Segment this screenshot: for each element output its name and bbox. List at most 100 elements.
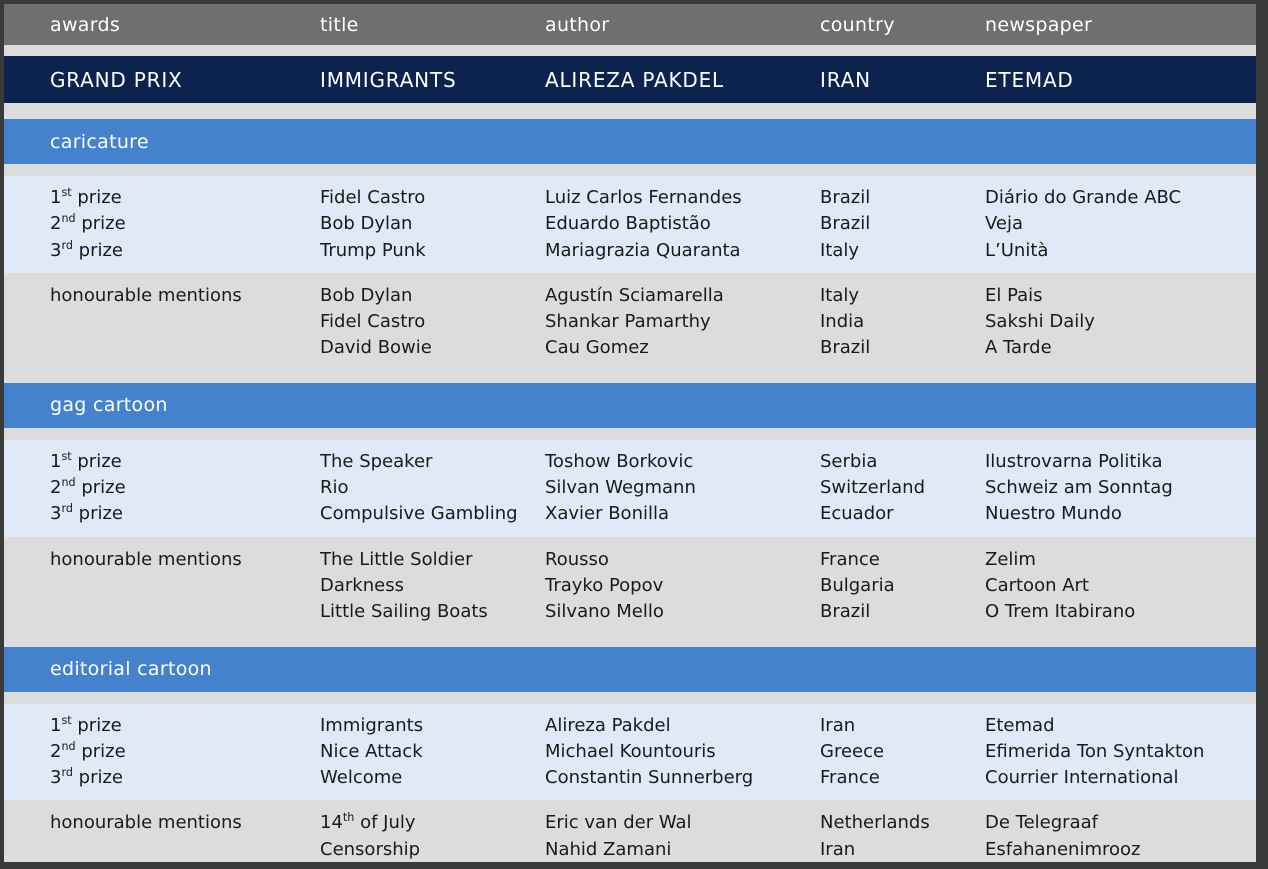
cell-country: Iran <box>820 838 856 860</box>
table-row: 1st prize Immigrants Alireza Pakdel Iran Ete… <box>4 713 1256 739</box>
cell-title: Bob Dylan <box>320 213 413 235</box>
cell-country-newspaper: Brazil O Trem Itabirano <box>820 599 1256 625</box>
column-header-awards: awards <box>50 13 121 36</box>
cell-award-honourable-mentions: honourable mentions <box>50 548 242 570</box>
grand-prix-award: GRAND PRIX <box>50 67 183 92</box>
table-body: awards title author country newspaper GRA… <box>4 4 1256 862</box>
column-header-newspaper: newspaper <box>985 13 1093 36</box>
cell-award-rank: 1st prize <box>50 449 122 472</box>
cell-country: Iran <box>820 714 856 736</box>
cell-country-newspaper: Bulgaria Cartoon Art <box>820 573 1256 599</box>
spacer-after-category-band <box>4 427 1256 440</box>
cell-author: Rousso <box>545 548 609 570</box>
cell-country: Italy <box>820 284 860 306</box>
cell-title: Nice Attack <box>320 740 423 762</box>
mentions-block: honourable mentions The Little Soldier Rou… <box>4 536 1256 638</box>
categories-container: caricature 1st prize Fidel Castro Luiz Carl… <box>4 119 1256 862</box>
cell-country-newspaper: Iran Esfahanenimrooz <box>820 837 1256 862</box>
cell-award-honourable-mentions: honourable mentions <box>50 284 242 306</box>
cell-title: Rio <box>320 477 349 499</box>
cell-newspaper: Nuestro Mundo <box>985 503 1122 525</box>
cell-newspaper: Etemad <box>985 714 1055 736</box>
table-row: honourable mentions 14th of July Eric van … <box>4 810 1256 836</box>
cell-country: France <box>820 548 880 570</box>
cell-country-newspaper: Iran Etemad <box>820 713 1256 739</box>
cell-title: The Little Soldier <box>320 548 473 570</box>
cell-newspaper: De Telegraaf <box>985 812 1098 834</box>
cell-author: Eric van der Wal <box>545 812 692 834</box>
cell-title: Trump Punk <box>320 239 426 261</box>
cell-award-rank: 1st prize <box>50 186 122 208</box>
cell-title: Censorship <box>320 838 421 860</box>
cell-country: Serbia <box>820 450 878 472</box>
ordinal-suffix: st <box>61 713 72 727</box>
cell-author: Agustín Sciamarella <box>545 284 724 306</box>
cell-country: Switzerland <box>820 477 925 499</box>
table-row: honourable mentions The Little Soldier Rou… <box>4 547 1256 573</box>
ordinal-suffix: nd <box>61 739 76 753</box>
table-row: 3rd prize Trump Punk Mariagrazia Quaranta I… <box>4 238 1256 264</box>
cell-award-rank: 2nd prize <box>50 212 126 235</box>
table-row: 1st prize The Speaker Toshow Borkovic Serbi… <box>4 449 1256 475</box>
column-header-author: author <box>545 13 610 36</box>
cell-author: Toshow Borkovic <box>545 450 694 472</box>
cell-award-rank: 3rd prize <box>50 238 124 261</box>
column-header-title: title <box>320 13 359 36</box>
cell-title: Welcome <box>320 767 403 789</box>
cell-country: Brazil <box>820 213 871 235</box>
grand-prix-title: IMMIGRANTS <box>320 67 457 92</box>
table-row: 3rd prize Welcome Constantin Sunnerberg Fra… <box>4 765 1256 791</box>
cell-country-newspaper: Italy El Pais <box>820 283 1256 309</box>
category-band-gag-cartoon[interactable]: gag cartoon <box>4 382 1256 428</box>
spacer-after-category-band <box>4 164 1256 176</box>
mentions-block: honourable mentions 14th of July Eric van … <box>4 800 1256 862</box>
column-header-country: country <box>820 13 895 36</box>
cell-author: Mariagrazia Quaranta <box>545 239 741 261</box>
cell-country: Greece <box>820 740 885 762</box>
ordinal-suffix: rd <box>61 766 73 780</box>
cell-title: Immigrants <box>320 714 424 736</box>
cell-newspaper: El Pais <box>985 284 1043 306</box>
cell-award-rank: 2nd prize <box>50 739 126 762</box>
table-row: 1st prize Fidel Castro Luiz Carlos Fernand… <box>4 185 1256 211</box>
cell-newspaper: Esfahanenimrooz <box>985 838 1141 860</box>
category-label: editorial cartoon <box>50 658 212 681</box>
grand-prix-author: ALIREZA PAKDEL <box>545 67 724 92</box>
cell-newspaper: Ilustrovarna Politika <box>985 450 1163 472</box>
ordinal-suffix: rd <box>61 238 73 252</box>
spacer-after-grand-prix <box>4 103 1256 119</box>
cell-country-newspaper: France Zelim <box>820 547 1256 573</box>
table-row: Little Sailing Boats Silvano Mello Brazil O… <box>4 599 1256 625</box>
cell-author: Eduardo Baptistão <box>545 213 711 235</box>
prize-block: 1st prize Immigrants Alireza Pakdel Iran Ete… <box>4 703 1256 801</box>
ordinal-suffix: nd <box>61 476 76 490</box>
cell-award-rank: 3rd prize <box>50 766 124 789</box>
title-ordinal-suffix: th <box>342 811 355 825</box>
cell-newspaper: Veja <box>985 213 1024 235</box>
spacer-between-categories <box>4 373 1256 383</box>
table-row: 2nd prize Nice Attack Michael Kountouris Gr… <box>4 739 1256 765</box>
ordinal-suffix: st <box>61 449 72 463</box>
cell-country: Brazil <box>820 601 871 623</box>
cell-title: Little Sailing Boats <box>320 601 488 623</box>
cell-award-rank: 1st prize <box>50 713 122 736</box>
cell-country-newspaper: Brazil Diário do Grande ABC <box>820 185 1256 211</box>
cell-newspaper: Courrier International <box>985 767 1179 789</box>
grand-prix-newspaper: ETEMAD <box>985 67 1074 92</box>
table-row: honourable mentions Bob Dylan Agustín Scia… <box>4 283 1256 309</box>
cell-author: Michael Kountouris <box>545 740 716 762</box>
cell-newspaper: Cartoon Art <box>985 574 1089 596</box>
category-band-editorial-cartoon[interactable]: editorial cartoon <box>4 646 1256 692</box>
category-band-caricature[interactable]: caricature <box>4 119 1256 164</box>
table-row: Darkness Trayko Popov Bulgaria Cartoon Art <box>4 573 1256 599</box>
cell-award-rank: 3rd prize <box>50 502 124 525</box>
cell-author: Trayko Popov <box>545 574 664 596</box>
cell-newspaper: L’Unità <box>985 239 1049 261</box>
awards-table: awards title author country newspaper GRA… <box>0 0 1268 869</box>
cell-author: Silvan Wegmann <box>545 477 696 499</box>
cell-author: Constantin Sunnerberg <box>545 767 754 789</box>
cell-country: France <box>820 767 880 789</box>
cell-country-newspaper: Switzerland Schweiz am Sonntag <box>820 475 1256 501</box>
cell-country-newspaper: Greece Efimerida Ton Syntakton <box>820 739 1256 765</box>
table-row: David Bowie Cau Gomez Brazil A Tarde <box>4 335 1256 361</box>
